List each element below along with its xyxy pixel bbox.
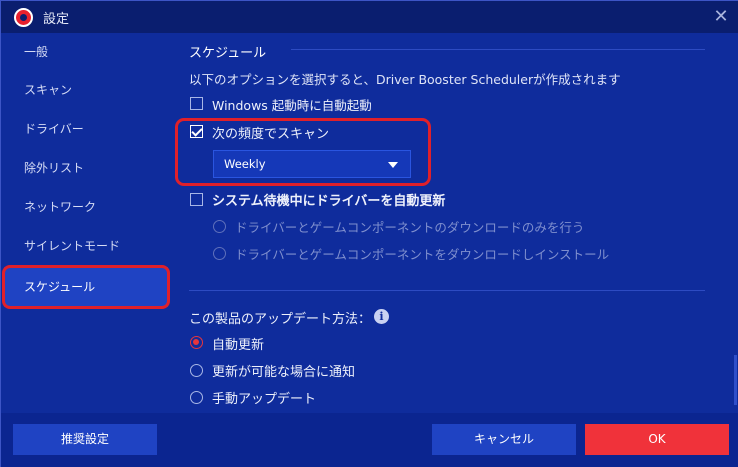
frequency-highlight-frame (175, 118, 431, 186)
notify-update-radio[interactable] (190, 364, 203, 377)
auto-update-radio[interactable] (190, 336, 203, 349)
close-icon[interactable]: ✕ (708, 5, 734, 29)
sidebar-item-exclusion-list[interactable]: 除外リスト (1, 149, 171, 187)
download-install-radio[interactable] (213, 247, 226, 260)
auto-update-label: 自動更新 (212, 338, 265, 353)
recommended-settings-button[interactable]: 推奨設定 (13, 424, 157, 455)
section-title: スケジュール (189, 46, 267, 61)
scrollbar-thumb[interactable] (734, 355, 737, 405)
cancel-button[interactable]: キャンセル (432, 424, 576, 455)
schedule-panel: スケジュール 以下のオプションを選択すると、Driver Booster Sch… (171, 33, 738, 413)
download-install-label: ドライバーとゲームコンポーネントをダウンロードしインストール (235, 247, 610, 262)
sidebar-item-general[interactable]: 一般 (1, 33, 171, 71)
windows-startup-checkbox[interactable] (190, 97, 203, 110)
idle-update-label: システム待機中にドライバーを自動更新 (212, 194, 446, 209)
download-only-label: ドライバーとゲームコンポーネントのダウンロードのみを行う (235, 220, 585, 235)
update-method-title: この製品のアップデート方法： (189, 312, 372, 327)
sidebar-highlight-frame (2, 265, 170, 309)
ok-button[interactable]: OK (585, 424, 729, 455)
schedule-description: 以下のオプションを選択すると、Driver Booster Schedulerが… (189, 72, 621, 87)
footer-bar: 推奨設定 キャンセル OK (1, 413, 738, 467)
idle-update-checkbox[interactable] (190, 193, 203, 206)
section-divider (291, 49, 705, 50)
settings-window: 設定 ✕ 一般 スキャン ドライバー 除外リスト ネットワーク サイレントモード… (0, 0, 738, 467)
sidebar-item-scan[interactable]: スキャン (1, 71, 171, 109)
windows-startup-label: Windows 起動時に自動起動 (212, 98, 372, 113)
title-bar: 設定 ✕ (1, 1, 738, 33)
download-only-radio[interactable] (213, 220, 226, 233)
window-title: 設定 (43, 12, 70, 27)
update-divider (189, 290, 705, 291)
sidebar-item-network[interactable]: ネットワーク (1, 188, 171, 226)
notify-update-label: 更新が可能な場合に通知 (212, 365, 356, 380)
sidebar-item-driver[interactable]: ドライバー (1, 110, 171, 148)
manual-update-radio[interactable] (190, 391, 203, 404)
sidebar-item-silent-mode[interactable]: サイレントモード (1, 227, 171, 265)
app-logo-icon (14, 8, 33, 27)
manual-update-label: 手動アップデート (212, 392, 317, 407)
sidebar: 一般 スキャン ドライバー 除外リスト ネットワーク サイレントモード スケジュ… (1, 33, 171, 413)
info-icon[interactable]: i (374, 309, 389, 324)
